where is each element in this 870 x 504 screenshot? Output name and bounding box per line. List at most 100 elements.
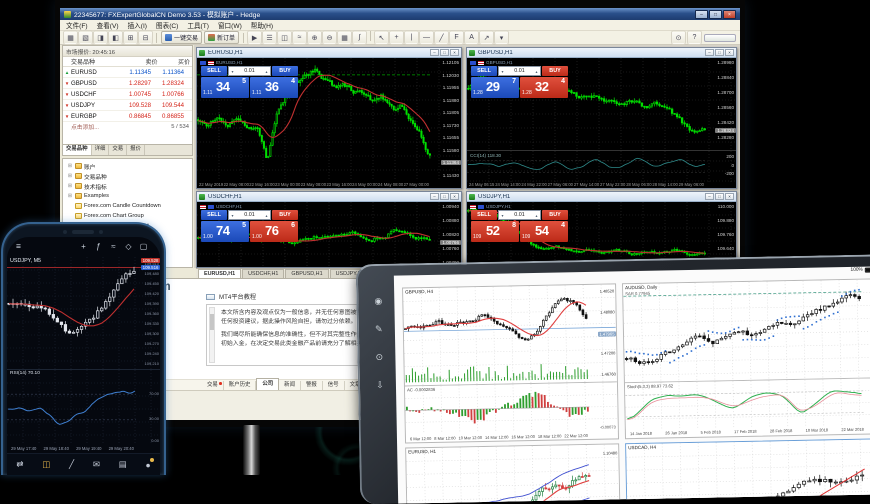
terminal-tab-0[interactable]: 交易 [202, 381, 224, 390]
phone-chart-area[interactable]: USDJPY, M5 109.510109.480109.450109.4201… [7, 257, 160, 369]
eurusd-h1-chart[interactable] [406, 444, 620, 504]
buy-button[interactable]: BUY [272, 66, 298, 76]
navigator-item[interactable]: Forex.com Chart Group [63, 211, 192, 221]
market-watch-row[interactable]: ▼USDJPY109.528109.544 [63, 100, 192, 111]
volume-down-icon[interactable]: ▾ [229, 213, 236, 218]
profile-icon[interactable]: ◉ [374, 296, 382, 307]
quick-search-input[interactable] [704, 34, 736, 42]
chart-window-titlebar[interactable]: GBPUSD,H1 –□× [467, 48, 736, 58]
nav-chat-icon[interactable]: ● [145, 460, 150, 470]
new-chart-icon[interactable]: ▢ [136, 242, 151, 251]
nav-news-icon[interactable]: ▤ [119, 459, 127, 470]
nav-trade-icon[interactable]: ⇄ [16, 459, 23, 470]
terminal-tab-5[interactable]: 信号 [323, 381, 345, 390]
horizontal-line-icon[interactable]: — [420, 31, 433, 44]
one-click-trading-panel[interactable]: SELL▾0.01▴BUY1.113451.11364 [201, 66, 298, 98]
chart-window-titlebar[interactable]: USDCHF,H1 –□× [197, 192, 461, 202]
help-icon[interactable]: ? [688, 31, 701, 44]
auto-trading-icon[interactable]: ▶ [248, 31, 261, 44]
market-watch-tab-0[interactable]: 交易品种 [63, 145, 92, 155]
market-watch-tab-2[interactable]: 交易 [109, 145, 127, 155]
restore-icon[interactable]: □ [440, 193, 449, 200]
trendline-icon[interactable]: ╱ [435, 31, 448, 44]
stochastic-chart[interactable] [625, 378, 870, 429]
volume-down-icon[interactable]: ▾ [499, 213, 506, 218]
terminal-icon[interactable]: ⊟ [139, 31, 152, 44]
candles-icon[interactable]: ◫ [278, 31, 291, 44]
menu-item-0[interactable]: 文件(F) [66, 20, 88, 30]
volume-stepper[interactable]: ▾0.01▴ [228, 210, 271, 220]
terminal-tab-3[interactable]: 新闻 [279, 381, 301, 390]
sell-button[interactable]: SELL [471, 66, 497, 76]
close-button[interactable]: × [723, 10, 736, 19]
indicators-icon[interactable]: ≈ [106, 242, 121, 251]
sell-price-button[interactable]: 109528 [471, 221, 519, 242]
new-order-button[interactable]: 新订单 [204, 31, 239, 44]
sell-button[interactable]: SELL [201, 210, 227, 220]
ac-indicator-chart[interactable] [405, 382, 618, 434]
menu-item-4[interactable]: 工具(T) [187, 20, 209, 30]
zoom-out-icon[interactable]: ⊖ [323, 31, 336, 44]
navigator-item[interactable]: ⊞技术指标 [63, 181, 192, 191]
gbpusd-h4-chart[interactable] [403, 284, 617, 385]
vertical-line-icon[interactable]: | [405, 31, 418, 44]
volume-up-icon[interactable]: ▴ [263, 69, 270, 74]
menu-item-5[interactable]: 窗口(W) [218, 20, 242, 30]
minimize-icon[interactable]: – [705, 49, 714, 56]
text-icon[interactable]: A [465, 31, 478, 44]
restore-icon[interactable]: □ [715, 193, 724, 200]
market-watch-tab-1[interactable]: 详细 [92, 145, 110, 155]
volume-up-icon[interactable]: ▴ [263, 213, 270, 218]
restore-icon[interactable]: □ [715, 49, 724, 56]
buy-price-button[interactable]: 1.28324 [520, 77, 568, 98]
navigator-item[interactable]: Forex.com Candle Countdown [63, 201, 192, 211]
buy-price-button[interactable]: 1.00766 [250, 221, 298, 242]
chart-window-usdjpy[interactable]: USDJPY,H1 –□× 110.000109.880109.760109.6… [466, 191, 737, 268]
terminal-tab-1[interactable]: 账户历史 [224, 381, 257, 390]
one-click-trading-panel[interactable]: SELL▾0.01▴BUY109528109544 [471, 210, 568, 242]
tile-windows-icon[interactable]: ▦ [338, 31, 351, 44]
restore-icon[interactable]: □ [440, 49, 449, 56]
line-chart-icon[interactable]: ≈ [293, 31, 306, 44]
menu-item-2[interactable]: 插入(I) [128, 20, 147, 30]
buy-button[interactable]: BUY [272, 210, 298, 220]
nav-trendline-icon[interactable]: ╱ [69, 459, 74, 470]
volume-stepper[interactable]: ▾0.01▴ [498, 66, 541, 76]
market-watch-icon[interactable]: ◨ [94, 31, 107, 44]
minimize-icon[interactable]: – [705, 193, 714, 200]
nav-mail-icon[interactable]: ✉ [93, 459, 100, 470]
buy-button[interactable]: BUY [542, 210, 568, 220]
navigator-item[interactable]: ⊞交易品种 [63, 171, 192, 181]
volume-stepper[interactable]: ▾0.01▴ [228, 66, 271, 76]
minimize-icon[interactable]: – [430, 49, 439, 56]
menu-item-6[interactable]: 帮助(H) [251, 20, 273, 30]
chart-window-titlebar[interactable]: EURUSD,H1 –□× [197, 48, 461, 58]
shapes-icon[interactable]: ▾ [495, 31, 508, 44]
tablet-chart-eurusd[interactable]: EURUSD, H1 1.104801.103201.10160 [405, 443, 621, 504]
buy-price-button[interactable]: 1.11364 [250, 77, 298, 98]
volume-up-icon[interactable]: ▴ [533, 69, 540, 74]
mail-item[interactable]: MT4平台教程 [206, 292, 256, 301]
terminal-tab-2[interactable]: 公司 [256, 378, 279, 390]
volume-down-icon[interactable]: ▾ [499, 69, 506, 74]
nav-charts-icon[interactable]: ◫ [42, 459, 50, 470]
cursor-icon[interactable]: ↖ [375, 31, 388, 44]
download-icon[interactable]: ⇩ [376, 380, 384, 391]
menu-icon[interactable]: ≡ [16, 241, 21, 251]
maximize-button[interactable]: □ [709, 10, 722, 19]
navigator-item[interactable]: ⊞Examples [63, 191, 192, 201]
crosshair-icon[interactable]: + [390, 31, 403, 44]
sell-button[interactable]: SELL [471, 210, 497, 220]
one-click-trading-panel[interactable]: SELL▾0.01▴BUY1.282971.28324 [471, 66, 568, 98]
sell-button[interactable]: SELL [201, 66, 227, 76]
market-watch-row[interactable]: ▼USDCHF1.007451.00766 [63, 89, 192, 100]
volume-up-icon[interactable]: ▴ [533, 213, 540, 218]
function-icon[interactable]: ƒ [91, 242, 106, 251]
buy-price-button[interactable]: 109544 [520, 221, 568, 242]
close-icon[interactable]: × [725, 193, 734, 200]
chart-window-eurusd[interactable]: EURUSD,H1 –□× 1.121051.120301.119551.118… [196, 47, 462, 189]
arrow-icon[interactable]: ↗ [480, 31, 493, 44]
one-click-trading-panel[interactable]: SELL▾0.01▴BUY1.007451.00766 [201, 210, 298, 242]
crosshair-icon[interactable]: + [76, 242, 91, 251]
new-chart-icon[interactable]: ▦ [64, 31, 77, 44]
